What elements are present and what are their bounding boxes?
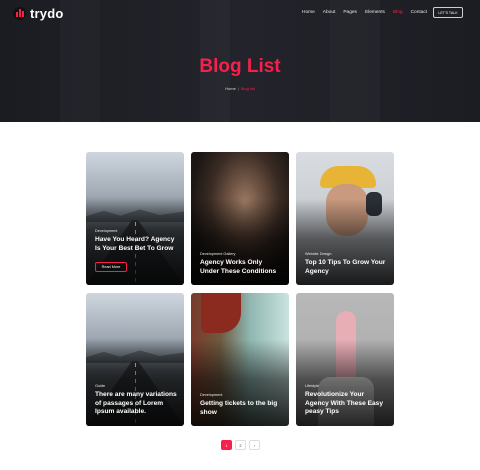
breadcrumb-home[interactable]: Home — [225, 86, 236, 91]
page-button-1[interactable]: 1 — [221, 440, 232, 450]
post-title[interactable]: Getting tickets to the big show — [200, 400, 282, 417]
nav-contact[interactable]: Contact — [411, 10, 428, 15]
post-category[interactable]: Development — [200, 393, 222, 397]
breadcrumb: Home | Blog list — [0, 86, 480, 91]
blog-grid: Development Have You Heard? Agency Is Yo… — [86, 152, 394, 426]
post-category[interactable]: Development — [95, 229, 117, 233]
post-title[interactable]: There are many variations of passages of… — [95, 391, 177, 417]
post-category[interactable]: Guide — [95, 384, 105, 388]
nav-elements[interactable]: Elements — [365, 10, 385, 15]
post-title[interactable]: Top 10 Tips To Grow Your Agency — [305, 259, 387, 276]
post-category[interactable]: Development Gallery — [200, 252, 235, 256]
post-title[interactable]: Have You Heard? Agency Is Your Best Bet … — [95, 236, 177, 253]
breadcrumb-current: Blog list — [240, 86, 255, 91]
blog-card[interactable]: Website Design Top 10 Tips To Grow Your … — [296, 152, 394, 285]
post-title[interactable]: Revolutionize Your Agency With These Eas… — [305, 391, 387, 417]
nav-pages[interactable]: Pages — [343, 10, 357, 15]
post-category[interactable]: Lifestyle — [305, 384, 319, 388]
page-header: trydo Home About Pages Elements Blog Con… — [0, 0, 480, 122]
nav-about[interactable]: About — [323, 10, 336, 15]
read-more-button[interactable]: Read More — [95, 262, 127, 272]
main-nav: Home About Pages Elements Blog Contact — [302, 10, 435, 15]
blog-card[interactable]: Development Have You Heard? Agency Is Yo… — [86, 152, 184, 285]
blog-card[interactable]: Development Getting tickets to the big s… — [191, 293, 289, 426]
page-button-2[interactable]: 2 — [235, 440, 246, 450]
logo[interactable]: trydo — [13, 6, 64, 21]
logo-mark-icon — [13, 7, 26, 20]
nav-home[interactable]: Home — [302, 10, 315, 15]
page-title: Blog List — [199, 56, 281, 77]
post-category[interactable]: Website Design — [305, 252, 332, 256]
post-title[interactable]: Agency Works Only Under These Conditions — [200, 259, 282, 276]
breadcrumb-separator: | — [237, 86, 239, 91]
pagination: 1 2 › — [221, 440, 260, 450]
nav-blog[interactable]: Blog — [393, 10, 403, 15]
logo-text: trydo — [30, 6, 64, 21]
blog-card[interactable]: Guide There are many variations of passa… — [86, 293, 184, 426]
blog-card[interactable]: Lifestyle Revolutionize Your Agency With… — [296, 293, 394, 426]
lets-talk-button[interactable]: LET'S TALK — [433, 7, 463, 18]
blog-card[interactable]: Development Gallery Agency Works Only Un… — [191, 152, 289, 285]
chevron-right-icon[interactable]: › — [249, 440, 260, 450]
